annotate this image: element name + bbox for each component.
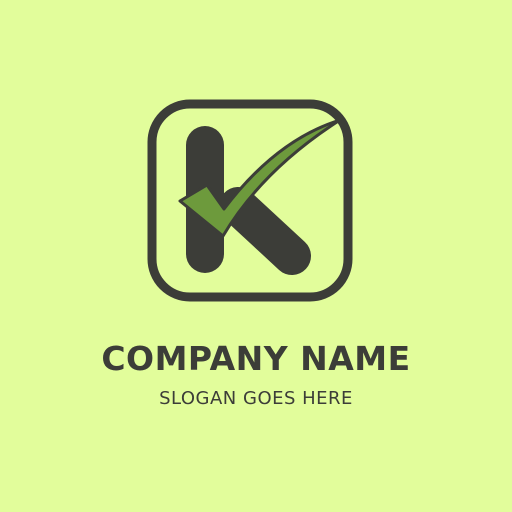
logo-canvas: COMPANY NAME SLOGAN GOES HERE bbox=[0, 0, 512, 512]
company-logo-icon bbox=[147, 99, 353, 302]
company-name: COMPANY NAME bbox=[101, 339, 411, 378]
slogan-text: SLOGAN GOES HERE bbox=[159, 388, 353, 409]
k-leg-shape bbox=[219, 187, 311, 275]
